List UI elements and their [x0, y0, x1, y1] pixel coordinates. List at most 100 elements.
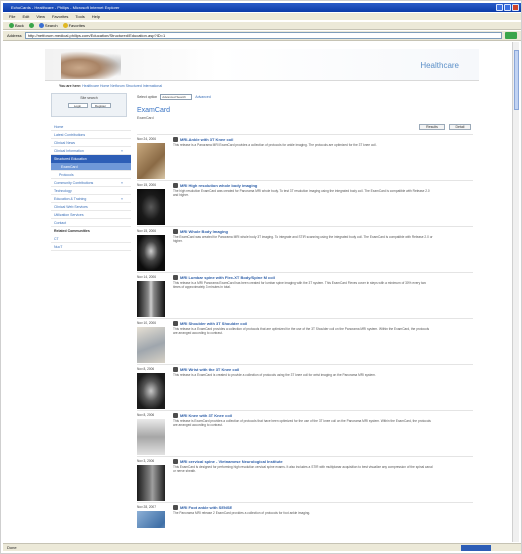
- item-title-link[interactable]: MRI High resolution whole body imaging: [173, 183, 473, 188]
- document-icon: [173, 321, 178, 326]
- item-date: Nov 8, 2006: [137, 367, 155, 371]
- item-date: Nov 15, 2006: [137, 229, 156, 233]
- vertical-scrollbar[interactable]: [512, 42, 519, 542]
- list-item: Nov 24, 2006 MRI-Ankle with 3T Knee coil…: [137, 134, 473, 180]
- item-date: Nov 15, 2006: [137, 183, 156, 187]
- item-date: Nov 10, 2006: [137, 321, 156, 325]
- item-title-link[interactable]: MRI-Ankle with 3T Knee coil: [173, 137, 473, 142]
- list-item: Nov 10, 2006 MRI Shoulder with 3T Should…: [137, 318, 473, 364]
- menu-file[interactable]: File: [9, 13, 15, 20]
- sidebar-item-technology[interactable]: Technology: [51, 187, 131, 195]
- sidebar-item-structured-education[interactable]: Structured Education: [51, 155, 131, 163]
- item-thumbnail[interactable]: [137, 465, 165, 501]
- maximize-icon[interactable]: [504, 4, 511, 11]
- internet-zone-indicator: [461, 545, 491, 551]
- document-icon: [173, 137, 178, 142]
- document-icon: [173, 505, 178, 510]
- menu-help[interactable]: Help: [92, 13, 100, 20]
- menu-tools[interactable]: Tools: [75, 13, 84, 20]
- sidebar-item-community[interactable]: Community Contributions»: [51, 179, 131, 187]
- document-icon: [173, 229, 178, 234]
- item-thumbnail[interactable]: [137, 281, 165, 317]
- address-bar: Address http://netforum.medical.philips.…: [3, 31, 521, 41]
- login-button[interactable]: Login: [67, 103, 88, 108]
- sidebar-item-web-services[interactable]: Clinical Web Services: [51, 203, 131, 211]
- item-description: This release is a ExamCard provides a co…: [173, 327, 430, 335]
- go-button[interactable]: [505, 32, 517, 39]
- window-controls: [496, 4, 519, 11]
- item-thumbnail[interactable]: [137, 143, 165, 179]
- web-page: Healthcare You are here: Healthcare Home…: [45, 49, 479, 541]
- back-arrow-icon: [9, 23, 14, 28]
- item-date: Nov 8, 2006: [137, 413, 155, 417]
- related-heading: Related Communities: [54, 229, 90, 233]
- document-icon: [173, 413, 178, 418]
- sidebar: Site search Login Register Home Latest C…: [51, 93, 131, 251]
- item-title-link[interactable]: MRI Whole Body Imaging: [173, 229, 473, 234]
- examcard-list: Nov 24, 2006 MRI-Ankle with 3T Knee coil…: [137, 134, 473, 528]
- register-button[interactable]: Register: [90, 103, 111, 108]
- advanced-link[interactable]: Advanced: [195, 95, 211, 99]
- sidebar-item-education[interactable]: Education & Training»: [51, 195, 131, 203]
- results-button[interactable]: Results: [419, 124, 445, 130]
- page-title: ExamCard: [137, 107, 171, 114]
- detail-button[interactable]: Detail: [449, 124, 471, 130]
- list-item: Nov 28, 2007 MRI Foot ankle with SENSE T…: [137, 502, 473, 528]
- menu-edit[interactable]: Edit: [22, 13, 29, 20]
- item-thumbnail[interactable]: [137, 419, 165, 455]
- close-icon[interactable]: [512, 4, 519, 11]
- item-thumbnail[interactable]: [137, 373, 165, 409]
- search-button[interactable]: Search: [38, 23, 58, 28]
- item-thumbnail[interactable]: [137, 189, 165, 225]
- item-thumbnail[interactable]: [137, 235, 165, 271]
- filter-select[interactable]: Advanced Search: [160, 94, 193, 100]
- item-description: This release is a ExamCard is created to…: [173, 373, 376, 377]
- item-thumbnail[interactable]: [137, 511, 165, 528]
- back-button[interactable]: Back: [9, 23, 24, 28]
- sidebar-item-protocols[interactable]: Protocols: [51, 171, 131, 179]
- sidebar-item-home[interactable]: Home: [51, 123, 131, 131]
- main-content: Select option Advanced Search Advanced E…: [137, 93, 473, 528]
- window-title: EchoCards - Healthcare - Philips - Micro…: [11, 5, 120, 10]
- item-date: Nov 24, 2006: [137, 137, 156, 141]
- minimize-icon[interactable]: [496, 4, 503, 11]
- expand-arrow-icon: »: [121, 181, 123, 185]
- menu-favorites[interactable]: Favorites: [52, 13, 68, 20]
- document-icon: [173, 183, 178, 188]
- item-title-link[interactable]: MRI Knee with 3T Knee coil: [173, 413, 473, 418]
- status-bar: Done: [3, 543, 521, 551]
- favorites-button[interactable]: Favorites: [62, 23, 85, 28]
- list-item: Nov 15, 2006 MRI High resolution whole b…: [137, 180, 473, 226]
- forward-button[interactable]: [28, 23, 34, 28]
- filter-row: Select option Advanced Search Advanced: [137, 93, 473, 101]
- item-description: The high resolution ExamCard was created…: [173, 189, 430, 197]
- sidebar-item-clinical-info[interactable]: Clinical Information»: [51, 147, 131, 155]
- forward-arrow-icon: [28, 23, 34, 28]
- sidebar-item-contact[interactable]: Contact: [51, 219, 131, 227]
- item-title-link[interactable]: MRI cervical spine - Vietnamese Neurolog…: [173, 459, 473, 464]
- menu-view[interactable]: View: [36, 13, 45, 20]
- item-title-link[interactable]: MRI Foot ankle with SENSE: [173, 505, 473, 510]
- item-date: Nov 14, 2006: [137, 275, 156, 279]
- breadcrumb-path[interactable]: Healthcare Home Netforum Structured Inte…: [82, 84, 162, 88]
- scrollbar-thumb[interactable]: [514, 50, 519, 110]
- address-input[interactable]: http://netforum.medical.philips.com/Educ…: [24, 32, 502, 39]
- expand-arrow-icon: »: [121, 149, 123, 153]
- browser-window: EchoCards - Healthcare - Philips - Micro…: [0, 0, 522, 554]
- search-icon: [38, 23, 44, 28]
- breadcrumb-label: You are here:: [59, 84, 82, 88]
- item-description: This release is a MRI Panorama ExamCard …: [173, 281, 427, 289]
- sidebar-item-utilization[interactable]: Utilization Services: [51, 211, 131, 219]
- status-text: Done: [7, 545, 17, 550]
- item-title-link[interactable]: MRI Wrist with the 3T Knee coil: [173, 367, 473, 372]
- sidebar-item-nuct[interactable]: NucT: [51, 243, 131, 251]
- item-title-link[interactable]: MRI Shoulder with 3T Shoulder coil: [173, 321, 473, 326]
- sidebar-item-examcard[interactable]: ExamCard: [51, 163, 131, 171]
- star-icon: [62, 23, 68, 28]
- sidebar-item-latest[interactable]: Latest Contributions: [51, 131, 131, 139]
- sidebar-item-ct[interactable]: CT: [51, 235, 131, 243]
- item-title-link[interactable]: MRI Lumbar spine with Flex-XT Body/Spine…: [173, 275, 473, 280]
- sidebar-item-news[interactable]: Clinical News: [51, 139, 131, 147]
- banner-image: [61, 51, 121, 79]
- item-thumbnail[interactable]: [137, 327, 165, 363]
